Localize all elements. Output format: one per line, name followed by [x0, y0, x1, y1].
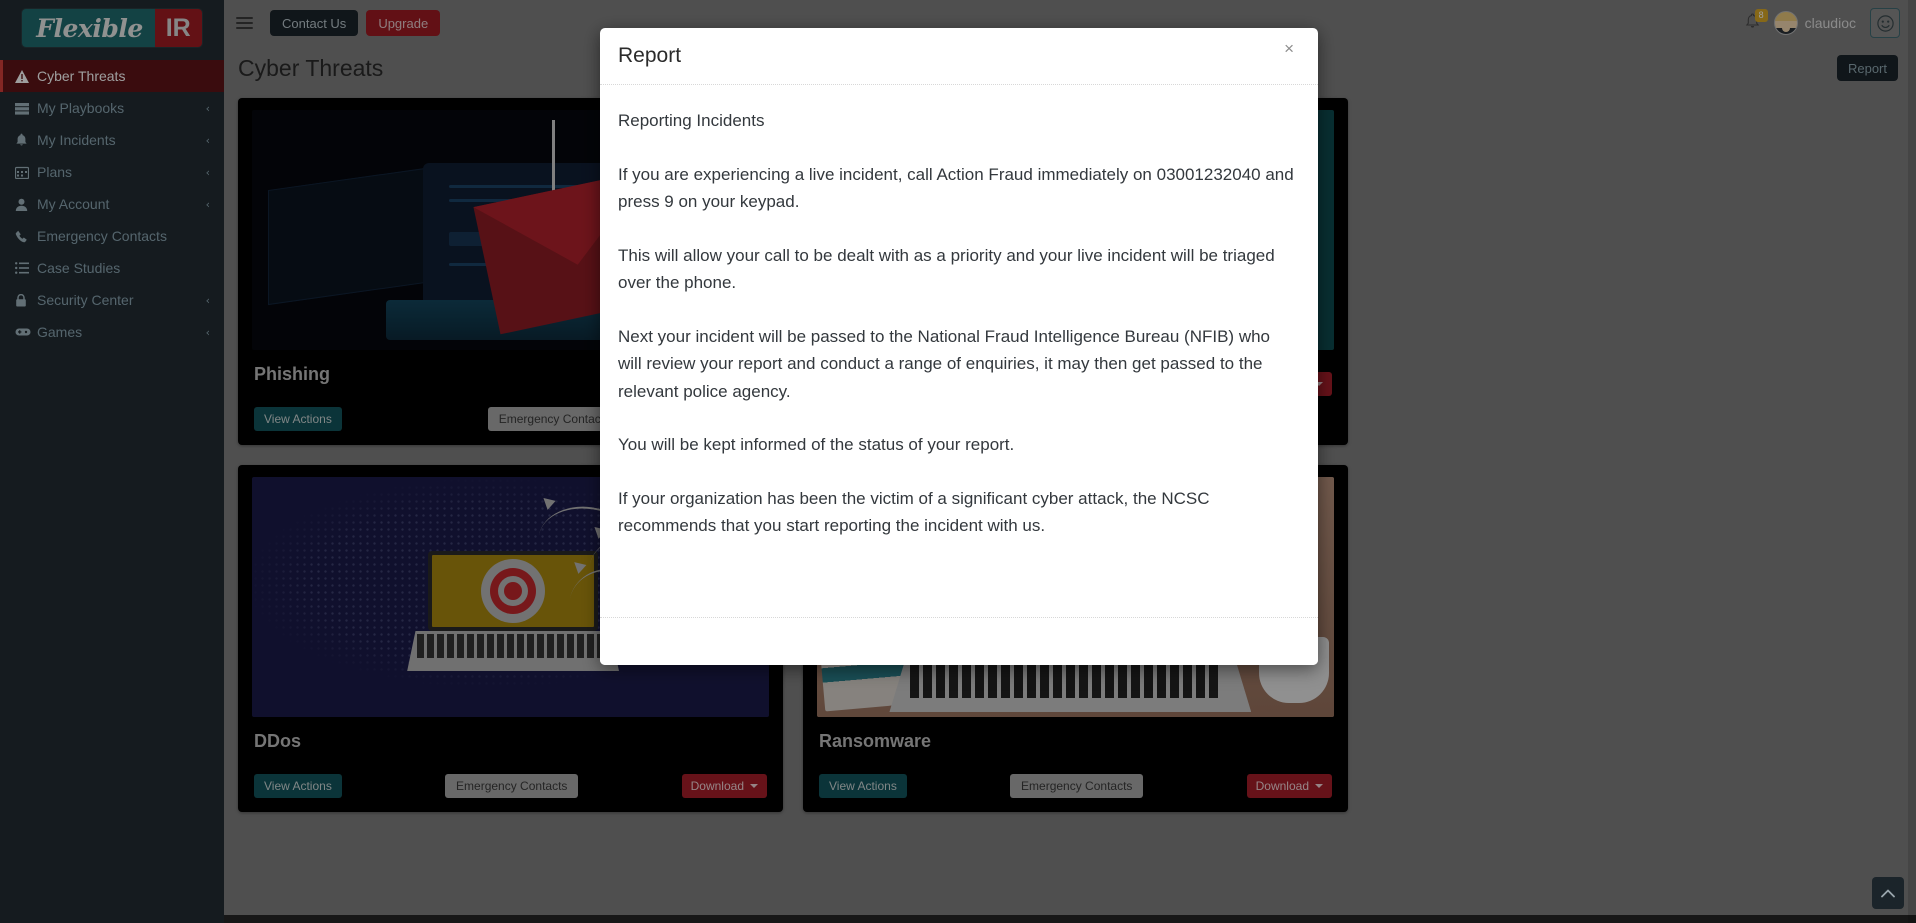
close-icon[interactable]: ×: [1280, 38, 1298, 59]
modal-paragraph: Next your incident will be passed to the…: [618, 326, 1271, 401]
modal-paragraph: If you are experiencing a live incident,…: [618, 164, 1294, 212]
modal-header: Report ×: [600, 28, 1318, 85]
scroll-to-top-button[interactable]: [1872, 877, 1904, 909]
modal-paragraph: You will be kept informed of the status …: [618, 435, 1015, 455]
report-modal: Report × Reporting Incidents If you are …: [600, 28, 1318, 665]
modal-title: Report: [618, 44, 682, 67]
modal-paragraph: If your organization has been the victim…: [618, 488, 1210, 536]
application-root: Flexible IR Cyber Threats My Playbooks ‹: [0, 0, 1916, 923]
modal-paragraph: This will allow your call to be dealt wi…: [618, 245, 1275, 293]
modal-body[interactable]: Reporting Incidents If you are experienc…: [600, 85, 1318, 617]
modal-subheading: Reporting Incidents: [618, 111, 765, 130]
modal-footer: [600, 617, 1318, 665]
